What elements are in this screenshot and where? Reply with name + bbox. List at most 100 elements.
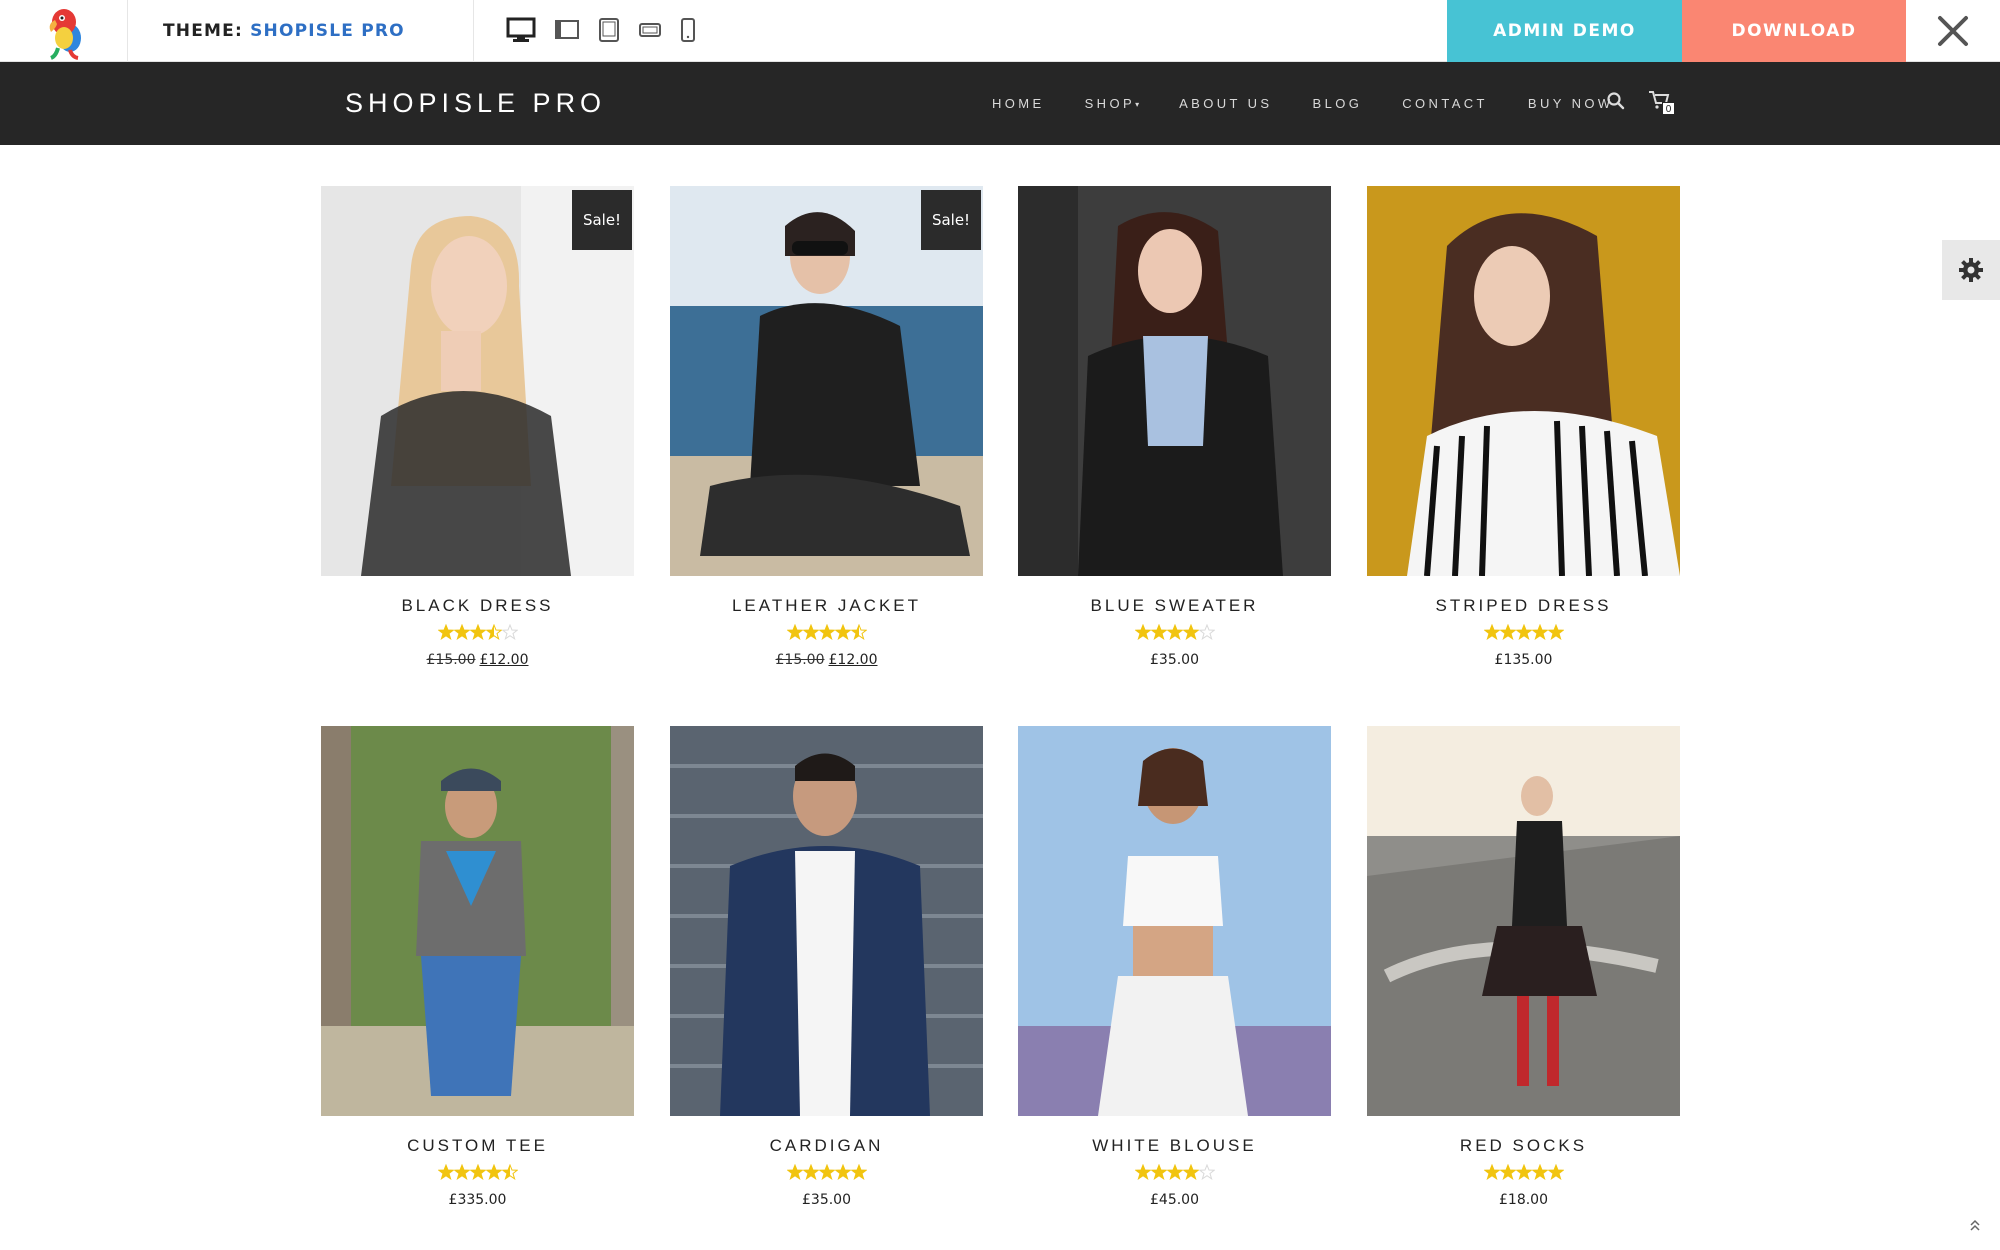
star-icon [834, 1164, 851, 1180]
product-image[interactable] [670, 726, 983, 1116]
product-title[interactable]: LEATHER JACKET [670, 596, 983, 616]
site-header: SHOPISLE PRO HOME SHOP▾ ABOUT US BLOG CO… [0, 62, 2000, 145]
old-price: £15.00 [426, 652, 476, 668]
star-icon [501, 1164, 518, 1180]
theme-prefix: THEME: [163, 21, 243, 41]
cart-button[interactable]: 0 [1648, 89, 1676, 117]
price: £35.00 [802, 1192, 851, 1208]
star-icon [1198, 624, 1215, 640]
star-icon [1182, 1164, 1199, 1180]
product-price: £35.00 [670, 1192, 983, 1208]
nav-home[interactable]: HOME [992, 96, 1045, 111]
star-icon [802, 624, 819, 640]
star-rating [670, 624, 983, 644]
product-image[interactable]: Sale! [321, 186, 634, 576]
star-rating [321, 1164, 634, 1184]
product-title[interactable]: WHITE BLOUSE [1018, 1136, 1331, 1156]
close-icon [1938, 16, 1968, 46]
star-icon [1150, 624, 1167, 640]
tablet-landscape-icon[interactable] [638, 20, 662, 44]
star-icon [1134, 624, 1151, 640]
product-title[interactable]: BLACK DRESS [321, 596, 634, 616]
sale-price: £12.00 [479, 652, 529, 668]
nav-blog[interactable]: BLOG [1313, 96, 1363, 111]
old-price: £15.00 [775, 652, 825, 668]
star-icon [1499, 1164, 1516, 1180]
star-icon [786, 1164, 803, 1180]
search-icon[interactable] [1606, 91, 1626, 115]
product-image[interactable] [1018, 186, 1331, 576]
nav-contact[interactable]: CONTACT [1402, 96, 1488, 111]
product-image[interactable] [1367, 186, 1680, 576]
product-image[interactable] [1367, 726, 1680, 1116]
price: £35.00 [1150, 652, 1199, 668]
device-switcher [506, 17, 714, 47]
star-rating [1367, 624, 1680, 644]
star-rating [321, 624, 634, 644]
price: £45.00 [1150, 1192, 1199, 1208]
product-image[interactable] [321, 726, 634, 1116]
tablet-icon[interactable] [598, 17, 620, 47]
settings-button[interactable] [1942, 240, 2000, 300]
star-icon [1134, 1164, 1151, 1180]
close-button[interactable] [1906, 0, 2000, 62]
star-icon [469, 624, 486, 640]
site-title[interactable]: SHOPISLE PRO [345, 62, 606, 145]
star-icon [1150, 1164, 1167, 1180]
phone-icon[interactable] [680, 17, 696, 47]
laptop-icon[interactable] [554, 18, 580, 46]
price: £335.00 [448, 1192, 507, 1208]
sale-badge: Sale! [572, 190, 632, 250]
product-card: Sale! BLACK DRESS £15.00 £12.00 [321, 186, 634, 668]
header-icons: 0 [1606, 88, 1676, 118]
star-icon [453, 1164, 470, 1180]
star-icon [437, 624, 454, 640]
product-price: £18.00 [1367, 1192, 1680, 1208]
desktop-icon[interactable] [506, 17, 536, 47]
nav-about-us[interactable]: ABOUT US [1179, 96, 1272, 111]
star-icon [1531, 1164, 1548, 1180]
product-image[interactable] [1018, 726, 1331, 1116]
logo[interactable] [0, 0, 128, 62]
star-icon [1531, 624, 1548, 640]
star-rating [1018, 1164, 1331, 1184]
product-card: Sale! LEATHER JACKET £15.00 £12.00 [670, 186, 983, 668]
star-icon [501, 624, 518, 640]
star-rating [670, 1164, 983, 1184]
star-icon [850, 624, 867, 640]
product-price: £45.00 [1018, 1192, 1331, 1208]
nav-shop-label: SHOP [1084, 96, 1136, 111]
product-price: £135.00 [1367, 652, 1680, 668]
star-icon [1547, 1164, 1564, 1180]
product-title[interactable]: BLUE SWEATER [1018, 596, 1331, 616]
star-rating [1367, 1164, 1680, 1184]
star-icon [1166, 1164, 1183, 1180]
product-title[interactable]: RED SOCKS [1367, 1136, 1680, 1156]
star-icon [802, 1164, 819, 1180]
star-icon [1483, 624, 1500, 640]
product-title[interactable]: STRIPED DRESS [1367, 596, 1680, 616]
sale-price: £12.00 [828, 652, 878, 668]
star-icon [469, 1164, 486, 1180]
product-image[interactable]: Sale! [670, 186, 983, 576]
star-icon [834, 624, 851, 640]
download-button[interactable]: DOWNLOAD [1682, 0, 1906, 62]
star-icon [485, 1164, 502, 1180]
main-nav: HOME SHOP▾ ABOUT US BLOG CONTACT BUY NOW [992, 62, 1654, 145]
price: £135.00 [1494, 652, 1553, 668]
nav-buy-now[interactable]: BUY NOW [1528, 96, 1614, 111]
star-icon [786, 624, 803, 640]
star-rating [1018, 624, 1331, 644]
product-title[interactable]: CARDIGAN [670, 1136, 983, 1156]
star-icon [1166, 624, 1183, 640]
star-icon [437, 1164, 454, 1180]
theme-name: SHOPISLE PRO [250, 21, 405, 41]
admin-demo-button[interactable]: ADMIN DEMO [1447, 0, 1682, 62]
nav-shop[interactable]: SHOP▾ [1085, 96, 1139, 111]
star-icon [1515, 1164, 1532, 1180]
cart-count-badge: 0 [1662, 102, 1675, 115]
star-icon [850, 1164, 867, 1180]
product-price: £35.00 [1018, 652, 1331, 668]
product-title[interactable]: CUSTOM TEE [321, 1136, 634, 1156]
scroll-to-top-button[interactable] [1968, 1218, 1982, 1236]
